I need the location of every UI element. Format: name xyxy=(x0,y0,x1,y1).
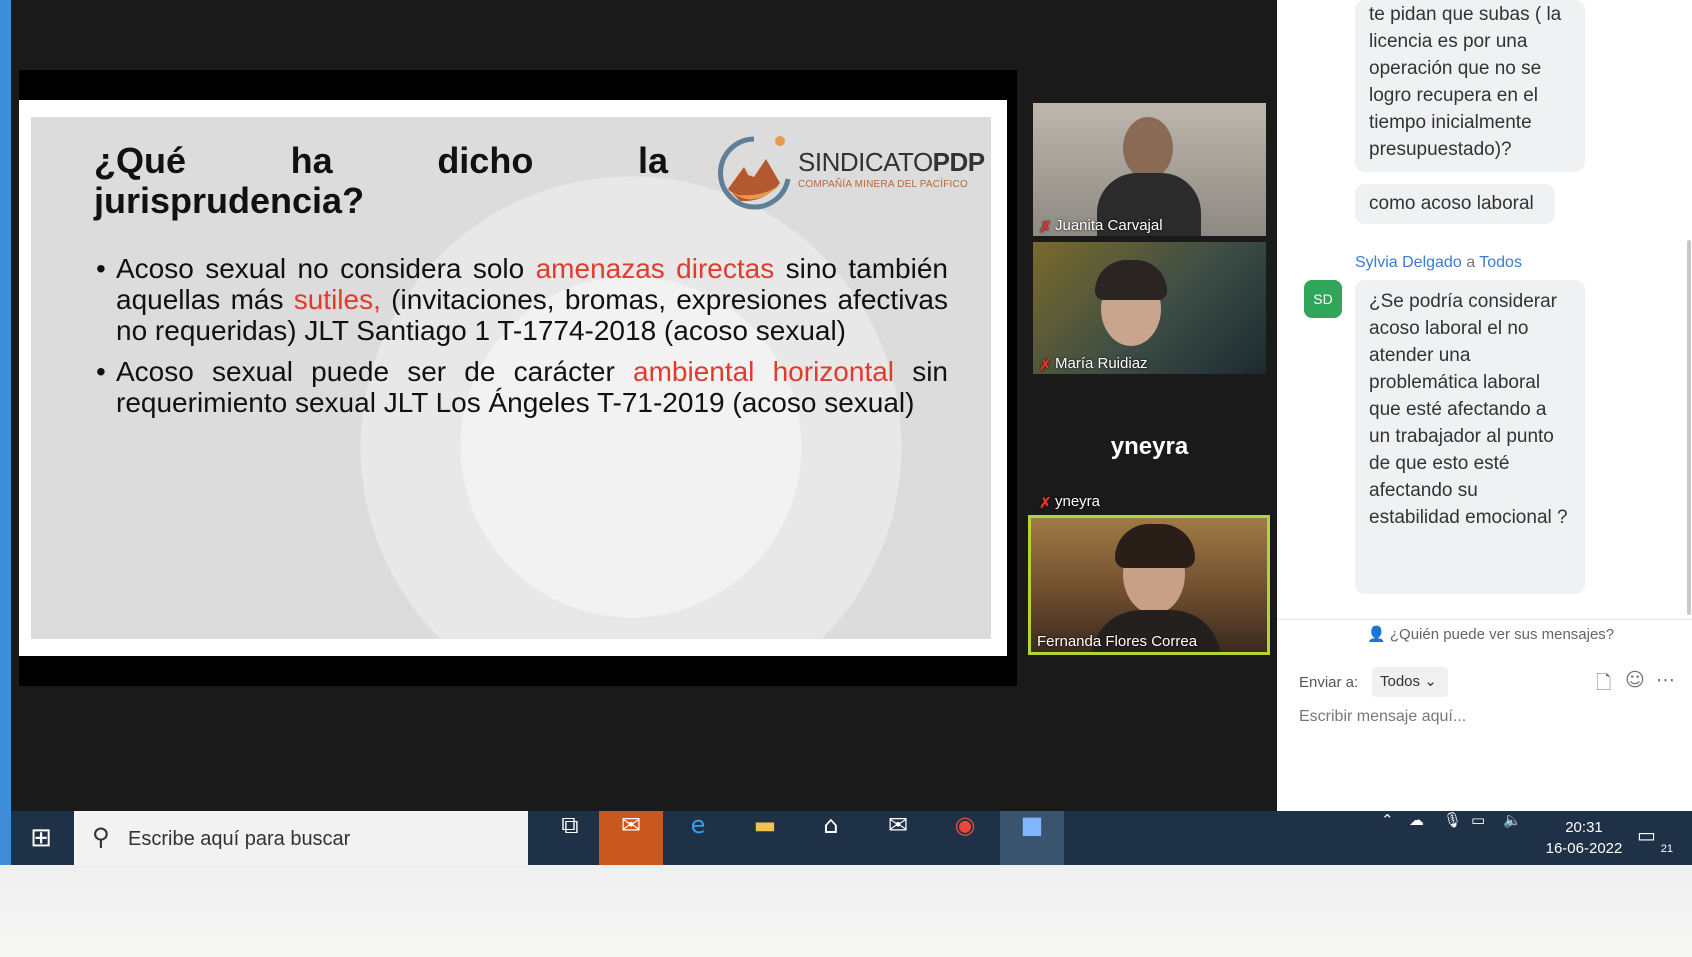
chat-message: como acoso laboral xyxy=(1355,184,1555,224)
participant-name: Fernanda Flores Correa xyxy=(1037,633,1198,650)
participant-name: ✗ yneyra xyxy=(1039,493,1101,512)
notification-icon[interactable]: ▭ 21 xyxy=(1637,823,1673,855)
avatar: SD xyxy=(1304,280,1342,318)
video-tile-maria[interactable]: ✗ María Ruidiaz xyxy=(1033,242,1266,374)
chevron-up-icon[interactable]: ⌃ xyxy=(1381,811,1394,865)
participant-video xyxy=(1123,117,1173,179)
logo-emblem-icon xyxy=(718,136,791,210)
edge-icon[interactable]: e xyxy=(666,811,730,865)
clock[interactable]: 20:31 16-06-2022 xyxy=(1539,817,1629,859)
chat-message: te pidan que subas ( la licencia es por … xyxy=(1355,0,1585,172)
title-word: ¿Qué xyxy=(94,140,187,181)
muted-mic-icon: ✗ xyxy=(1039,219,1052,236)
bullet-1: Acoso sexual no considera solo amenazas … xyxy=(96,253,948,346)
search-icon: ⚲ xyxy=(92,823,110,851)
bullet-2: Acoso sexual puede ser de carácter ambie… xyxy=(96,356,948,418)
send-to-label: Enviar a: xyxy=(1299,674,1359,691)
search-input[interactable] xyxy=(126,821,510,857)
file-explorer-icon[interactable]: ▬ xyxy=(733,811,797,865)
mail-icon[interactable]: ✉ xyxy=(866,811,930,865)
video-tile-juanita[interactable]: ✗ Juanita Carvajal xyxy=(1033,103,1266,236)
divider xyxy=(1277,619,1692,620)
chat-scrollbar[interactable] xyxy=(1687,240,1691,615)
title-word: la xyxy=(637,140,668,181)
outlook-icon[interactable]: ✉ xyxy=(599,811,663,865)
windows-start-button[interactable]: ⊞ xyxy=(11,811,71,865)
chat-panel: te pidan que subas ( la licencia es por … xyxy=(1277,0,1692,811)
slide-bullets: Acoso sexual no considera solo amenazas … xyxy=(96,253,948,428)
chat-message: ¿Se podría considerar acoso laboral el n… xyxy=(1355,280,1585,594)
logo-text: SINDICATOPDP xyxy=(798,147,985,177)
chat-sender-line: Sylvia Delgado a Todos xyxy=(1355,254,1522,271)
onedrive-icon[interactable]: ☁ xyxy=(1409,811,1424,865)
slide-title: ¿Qué ha dicho la jurisprudencia? xyxy=(94,141,668,221)
volume-icon[interactable]: 🔈 xyxy=(1503,811,1522,865)
slide-background: ¿Qué ha dicho la jurisprudencia? SINDICA… xyxy=(31,117,991,639)
chevron-down-icon: ⌄ xyxy=(1424,673,1437,690)
page-background xyxy=(0,865,1692,957)
file-icon[interactable]: 🗋 xyxy=(1596,669,1611,701)
send-to-dropdown[interactable]: Todos ⌄ xyxy=(1372,667,1448,697)
store-icon[interactable]: ⌂ xyxy=(799,811,863,865)
left-edge-strip xyxy=(0,0,11,865)
sindicato-logo: SINDICATOPDP COMPAÑÍA MINERA DEL PACÍFIC… xyxy=(714,131,985,213)
title-word: ha xyxy=(290,140,333,181)
taskbar-search[interactable]: ⚲ xyxy=(74,811,528,865)
zoom-icon[interactable]: ■ xyxy=(1000,811,1064,865)
title-line-2: jurisprudencia? xyxy=(94,180,365,221)
people-icon: 👤 xyxy=(1367,626,1386,643)
video-tile-fernanda-active[interactable]: Fernanda Flores Correa xyxy=(1028,515,1270,655)
presentation-slide: ¿Qué ha dicho la jurisprudencia? SINDICA… xyxy=(19,100,1007,656)
who-can-see-link[interactable]: 👤 ¿Quién puede ver sus mensajes? xyxy=(1367,625,1614,643)
chrome-icon[interactable]: ◉ xyxy=(933,811,997,865)
microphone-icon[interactable]: 🎙 xyxy=(1443,811,1462,865)
participant-display-name: yneyra xyxy=(1110,433,1189,460)
more-options-icon[interactable]: ⋯ xyxy=(1656,669,1675,691)
title-word: dicho xyxy=(437,140,534,181)
participant-name: ✗ Juanita Carvajal xyxy=(1039,217,1163,236)
participant-name: ✗ María Ruidiaz xyxy=(1039,355,1148,374)
task-view-icon[interactable]: ⧉ xyxy=(538,811,602,865)
muted-mic-icon: ✗ xyxy=(1039,495,1052,512)
video-tile-yneyra[interactable]: yneyra ✗ yneyra xyxy=(1033,380,1266,512)
chat-message-input[interactable]: Escribir mensaje aquí... xyxy=(1299,708,1659,726)
network-icon[interactable]: ▭ xyxy=(1471,811,1485,865)
muted-mic-icon: ✗ xyxy=(1039,357,1052,374)
emoji-icon[interactable]: ☺ xyxy=(1625,669,1645,691)
windows-taskbar: ⊞ ⚲ ⧉ ✉ e ▬ ⌂ ✉ ◉ ■ ⌃ ☁ 🎙 ▭ 🔈 20:3116-06… xyxy=(11,811,1692,865)
logo-subtitle: COMPAÑÍA MINERA DEL PACÍFICO xyxy=(798,179,968,190)
